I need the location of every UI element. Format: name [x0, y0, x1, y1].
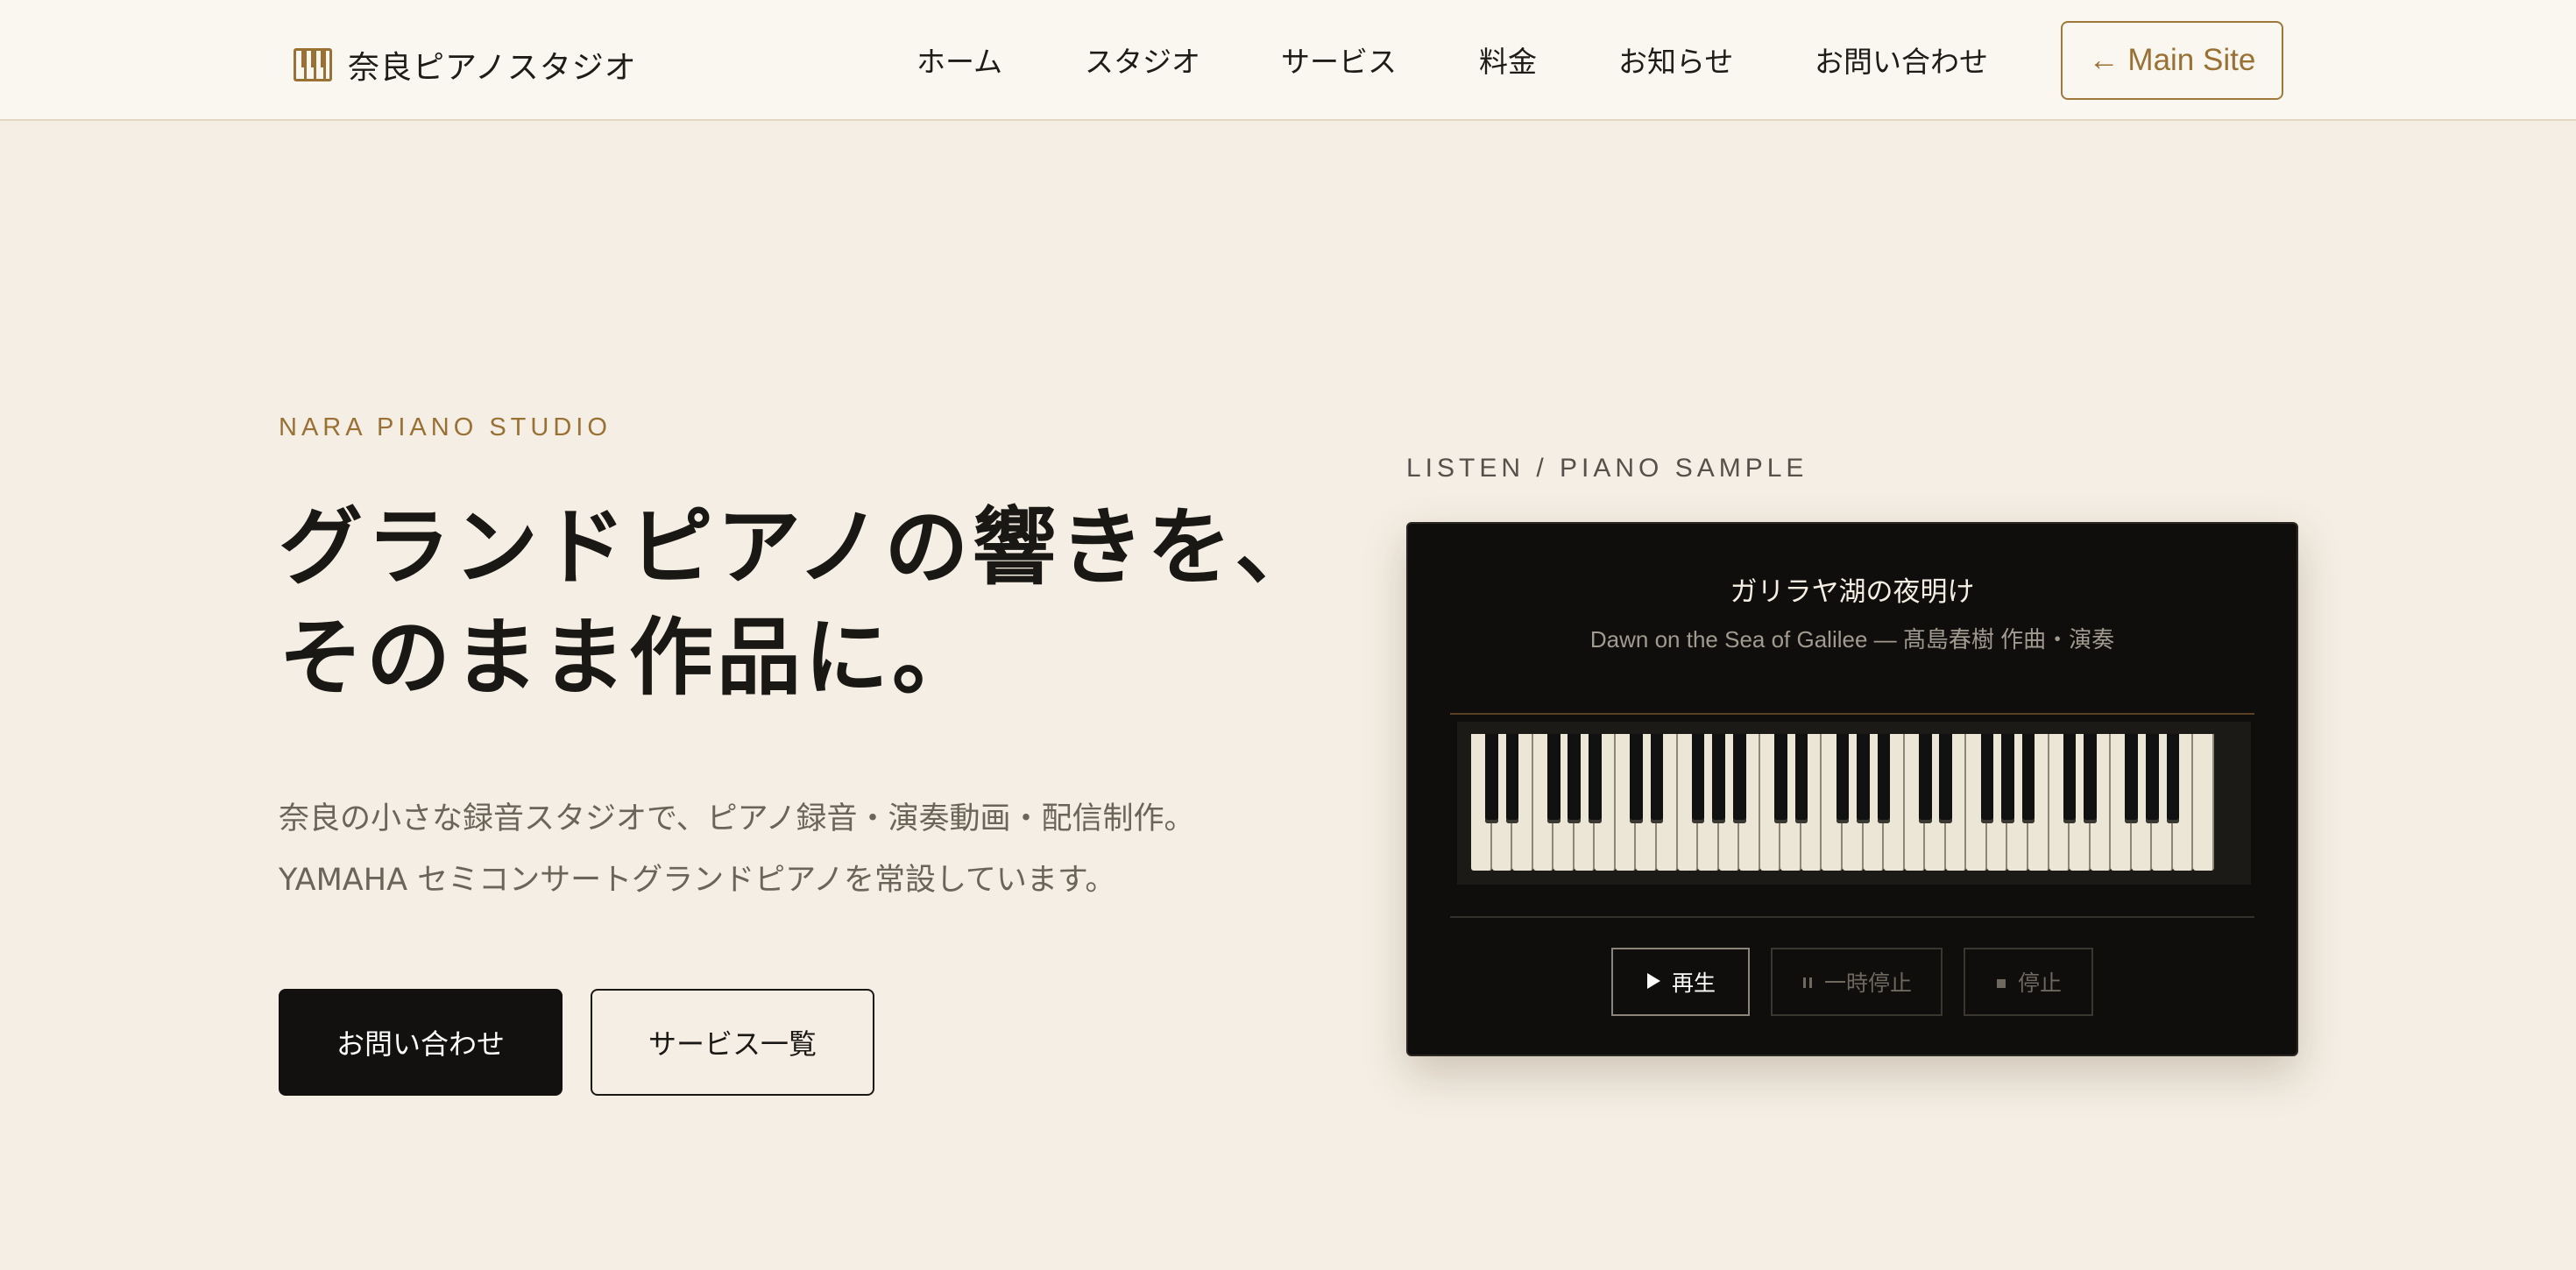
- black-key: [1732, 734, 1746, 823]
- hero-description: 奈良の小さな録音スタジオで、ピアノ録音・演奏動画・配信制作。 YAMAHA セミ…: [279, 788, 1194, 911]
- divider: [1450, 713, 2254, 715]
- hero-title-line-2: そのまま作品に。: [279, 608, 980, 707]
- piano-sample-player: ガリラヤ湖の夜明け Dawn on the Sea of Galilee — 髙…: [1406, 522, 2298, 1056]
- site-header: 奈良ピアノスタジオ ホーム スタジオ サービス 料金 お知らせ お問い合わせ ←…: [0, 0, 2576, 121]
- black-key: [1691, 734, 1705, 823]
- black-key: [1918, 734, 1932, 823]
- hero-desc-line-1: 奈良の小さな録音スタジオで、ピアノ録音・演奏動画・配信制作。: [279, 801, 1195, 836]
- black-key: [1794, 734, 1808, 823]
- black-key: [2021, 734, 2035, 823]
- black-key: [2063, 734, 2077, 823]
- nav-home[interactable]: ホーム: [916, 39, 1002, 81]
- pause-icon: [1801, 970, 1814, 995]
- black-key: [1568, 734, 1582, 823]
- pause-button[interactable]: 一時停止: [1771, 948, 1943, 1016]
- black-key: [1774, 734, 1787, 823]
- play-label: 再生: [1671, 970, 1716, 996]
- site-logo[interactable]: 奈良ピアノスタジオ: [294, 42, 637, 88]
- nav-contact[interactable]: お問い合わせ: [1815, 39, 1988, 81]
- stop-label: 停止: [2017, 970, 2062, 996]
- player-section-label: LISTEN / PIANO SAMPLE: [1406, 454, 1808, 483]
- black-key: [1485, 734, 1498, 823]
- black-key: [1505, 734, 1519, 823]
- keyboard-keys: [1471, 734, 2214, 871]
- black-key: [1630, 734, 1643, 823]
- hero-eyebrow: NARA PIANO STUDIO: [279, 413, 612, 441]
- nav-pricing[interactable]: 料金: [1479, 39, 1537, 81]
- black-key: [1857, 734, 1870, 823]
- black-key: [1939, 734, 1953, 823]
- play-button[interactable]: 再生: [1611, 948, 1750, 1016]
- black-key: [1877, 734, 1891, 823]
- play-icon: [1645, 970, 1661, 995]
- contact-button[interactable]: お問い合わせ: [279, 989, 563, 1096]
- hero-title-line-1: グランドピアノの響きを、: [279, 497, 1323, 596]
- stop-button[interactable]: 停止: [1964, 948, 2093, 1016]
- nav-services[interactable]: サービス: [1281, 39, 1397, 81]
- services-list-button[interactable]: サービス一覧: [591, 989, 874, 1096]
- white-key: [2193, 734, 2214, 871]
- black-key: [1836, 734, 1850, 823]
- divider: [1450, 916, 2254, 918]
- track-title: ガリラヤ湖の夜明け: [1730, 576, 1975, 608]
- black-key: [2146, 734, 2159, 823]
- track-subtitle: Dawn on the Sea of Galilee — 髙島春樹 作曲・演奏: [1589, 626, 2115, 653]
- black-key: [1980, 734, 1994, 823]
- piano-keyboard: [1457, 722, 2251, 885]
- pause-label: 一時停止: [1823, 970, 1912, 996]
- nav-studio[interactable]: スタジオ: [1085, 39, 1200, 81]
- black-key: [1589, 734, 1602, 823]
- main-site-button[interactable]: ← Main Site: [2061, 21, 2283, 100]
- hero-desc-line-2: YAMAHA セミコンサートグランドピアノを常設しています。: [279, 863, 1116, 898]
- hero-title: グランドピアノの響きを、 そのまま作品に。: [279, 492, 1322, 713]
- black-key: [1712, 734, 1725, 823]
- black-key: [2125, 734, 2139, 823]
- black-key: [2166, 734, 2180, 823]
- piano-keys-icon: [294, 48, 332, 81]
- logo-text: 奈良ピアノスタジオ: [348, 50, 637, 86]
- black-key: [1546, 734, 1560, 823]
- nav-news[interactable]: お知らせ: [1618, 39, 1733, 81]
- stop-icon: [1995, 970, 2007, 995]
- black-key: [1650, 734, 1664, 823]
- black-key: [2001, 734, 2014, 823]
- black-key: [2084, 734, 2097, 823]
